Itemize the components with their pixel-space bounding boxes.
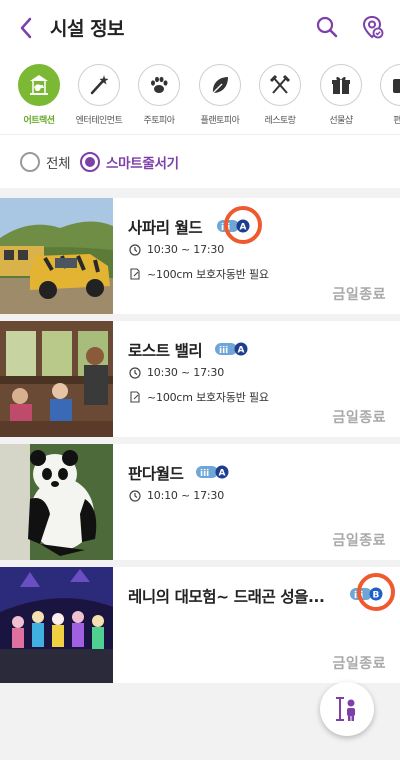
document-icon: [128, 391, 141, 404]
category-convenience[interactable]: 편의: [370, 64, 400, 126]
radio-circle-icon: [20, 152, 40, 172]
facility-name: 판다월드: [128, 465, 184, 483]
smart-queue-a-icon: iii A: [215, 342, 248, 356]
smart-queue-badge: iii A: [196, 465, 230, 479]
clock-icon: [128, 366, 141, 379]
hours-text: 10:30 ~ 17:30: [147, 366, 225, 379]
category-tabs: 어트랙션 엔터테인먼트 주토피아 플랜토피아 레스토랑 선물샵 편의: [0, 56, 400, 134]
smart-queue-badge: iii A: [215, 342, 249, 356]
highlight-circle: [224, 206, 262, 244]
category-label: 편의: [393, 116, 400, 126]
person-height-icon: [336, 697, 355, 721]
utensils-icon: [259, 64, 301, 106]
status-label: 금일종료: [332, 656, 386, 672]
hours-text: 10:30 ~ 17:30: [147, 243, 225, 256]
hours-text: 10:10 ~ 17:30: [147, 489, 225, 502]
facility-card[interactable]: 판다월드 iii A 10:10 ~ 17:30 금일종료: [0, 444, 400, 560]
radio-selected-icon: [80, 152, 100, 172]
filter-all-label: 전체: [46, 156, 71, 172]
queue-status-fab[interactable]: [320, 682, 374, 736]
filter-smart-queue-radio[interactable]: 스마트줄서기: [80, 152, 179, 172]
guardian-notice: ~100cm 보호자동반 필요: [128, 266, 269, 282]
paw-icon: [138, 64, 180, 106]
category-label: 레스토랑: [264, 116, 296, 126]
status-label: 금일종료: [332, 410, 386, 426]
operating-hours: 10:30 ~ 17:30: [128, 243, 224, 256]
category-gift-shop[interactable]: 선물샵: [310, 64, 372, 126]
category-label: 플랜토피아: [200, 116, 240, 126]
facility-card[interactable]: 로스트 밸리 iii A 10:30 ~ 17:30 ~100cm 보호자동반 필…: [0, 321, 400, 437]
facility-name: 로스트 밸리: [128, 342, 203, 360]
chevron-left-icon: [20, 17, 32, 39]
gift-icon: [320, 64, 362, 106]
svg-text:iii: iii: [200, 469, 209, 479]
filter-smart-queue-label: 스마트줄서기: [106, 156, 179, 172]
map-pin-button[interactable]: [358, 13, 386, 41]
category-label: 엔터테인먼트: [75, 116, 123, 126]
notice-text: ~100cm 보호자동반 필요: [147, 268, 269, 281]
category-entertainment[interactable]: 엔터테인먼트: [68, 64, 130, 126]
facility-card[interactable]: 사파리 월드 iii A 10:30 ~ 17:30 ~100cm 보호자동반 필…: [0, 198, 400, 314]
page-title: 시설 정보: [50, 18, 125, 40]
carousel-icon: [18, 64, 60, 106]
guardian-notice: ~100cm 보호자동반 필요: [128, 389, 269, 405]
svg-text:A: A: [238, 346, 245, 356]
category-label: 어트랙션: [23, 116, 55, 126]
svg-text:iii: iii: [219, 346, 228, 356]
map-pin-icon: [362, 15, 384, 39]
status-label: 금일종료: [332, 287, 386, 303]
clock-icon: [128, 489, 141, 502]
category-attraction[interactable]: 어트랙션: [8, 64, 70, 126]
leaf-icon: [199, 64, 241, 106]
filter-bar: 전체 스마트줄서기: [0, 134, 400, 188]
operating-hours: 10:30 ~ 17:30: [128, 366, 224, 379]
status-label: 금일종료: [332, 533, 386, 549]
svg-text:A: A: [219, 469, 226, 479]
search-icon: [316, 16, 338, 38]
operating-hours: 10:10 ~ 17:30: [128, 489, 224, 502]
facility-photo: [0, 567, 113, 683]
notice-text: ~100cm 보호자동반 필요: [147, 391, 269, 404]
app-header: 시설 정보: [0, 0, 400, 56]
highlight-circle: [357, 573, 395, 611]
category-label: 주토피아: [143, 116, 175, 126]
facility-photo: [0, 198, 113, 314]
facility-card[interactable]: 레니의 대모험~ 드래곤 성을... iii B 금일종료: [0, 567, 400, 683]
category-label: 선물샵: [329, 116, 353, 126]
document-icon: [128, 268, 141, 281]
search-button[interactable]: [313, 13, 341, 41]
facility-photo: [0, 444, 113, 560]
category-plantopia[interactable]: 플랜토피아: [189, 64, 251, 126]
filter-all-radio[interactable]: 전체: [20, 152, 71, 172]
facility-name: 레니의 대모험~ 드래곤 성을...: [128, 588, 325, 606]
magic-wand-icon: [78, 64, 120, 106]
smart-queue-a-icon: iii A: [196, 465, 229, 479]
convenience-icon: [380, 64, 400, 106]
category-zootopia[interactable]: 주토피아: [128, 64, 190, 126]
facility-name: 사파리 월드: [128, 219, 203, 237]
facility-photo: [0, 321, 113, 437]
back-button[interactable]: [14, 14, 38, 42]
category-restaurant[interactable]: 레스토랑: [249, 64, 311, 126]
clock-icon: [128, 243, 141, 256]
